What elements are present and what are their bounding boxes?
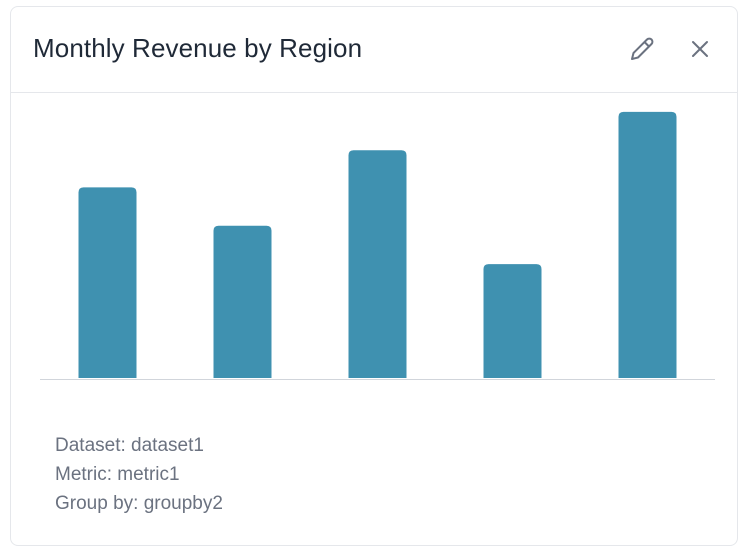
bar-3 [348,150,407,378]
bar-1 [78,187,137,378]
bar-4 [483,264,542,378]
close-button[interactable] [685,34,715,64]
card-header: Monthly Revenue by Region [11,7,737,93]
pencil-icon [631,37,654,60]
bar-chart-svg [40,111,715,380]
card-title: Monthly Revenue by Region [33,33,363,63]
metric-label: Metric: metric1 [55,464,180,485]
bar-2 [213,225,272,378]
close-icon [692,41,708,57]
dataset-label: Dataset: dataset1 [55,435,204,456]
edit-button[interactable] [627,34,657,64]
bar-chart [11,93,737,393]
chart-details: Dataset: dataset1 Metric: metric1 Group … [55,431,223,518]
bar-5 [618,111,677,378]
groupby-label: Group by: groupby2 [55,493,223,514]
chart-card: Monthly Revenue by Region Dataset: datas… [10,6,738,546]
